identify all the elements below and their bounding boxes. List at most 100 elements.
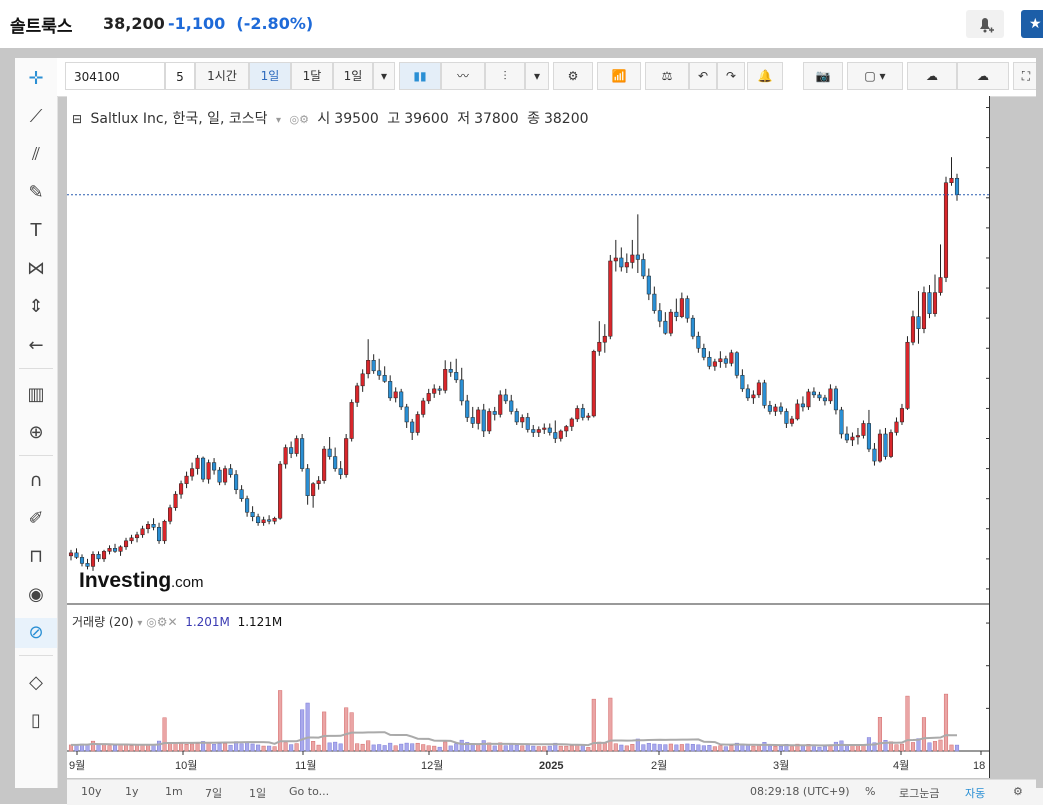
indicator-icon[interactable]: ▥ — [15, 380, 57, 410]
magnet-icon[interactable]: ∩ — [15, 466, 57, 496]
pitchfork-icon[interactable]: ⫽ — [15, 140, 57, 170]
percent-toggle[interactable]: % — [865, 785, 875, 798]
chevron-down-icon[interactable]: ▾ — [137, 618, 142, 629]
eye-icon[interactable]: ◉ — [15, 580, 57, 610]
text-tool-icon[interactable]: T — [15, 216, 57, 246]
legend-collapse-icon[interactable]: ⊟ — [72, 112, 82, 126]
chevron-down-icon: ▾ — [380, 69, 388, 83]
interval-1h-button[interactable]: 1시간 — [195, 62, 249, 90]
volume-bar — [800, 745, 805, 752]
line-type-button[interactable]: 〰 — [441, 62, 485, 90]
range-1m[interactable]: 1m — [165, 785, 183, 798]
lock-draw-icon[interactable]: ✐ — [15, 504, 57, 534]
brush-icon[interactable]: ✎ — [15, 178, 57, 208]
color-picker[interactable]: ▢ ▾ — [847, 62, 903, 90]
candle-body — [146, 524, 151, 530]
candle-body — [432, 388, 437, 394]
watchlist-star-button[interactable]: ★ — [1021, 10, 1043, 38]
window-edge — [1036, 48, 1043, 788]
candle-body — [195, 457, 200, 469]
volume-bar — [767, 745, 772, 752]
chart-area[interactable]: 4400042000400003800036000340003200030000… — [67, 96, 1036, 778]
candle-body — [938, 277, 943, 293]
auto-scale-toggle[interactable]: 자동 — [965, 785, 985, 801]
undo-button[interactable]: ↶ — [689, 62, 717, 90]
zoom-in-icon[interactable]: ⊕ — [15, 418, 57, 448]
alert-button[interactable]: 🔔 — [747, 62, 783, 90]
indicators-button[interactable]: 📶 — [597, 62, 641, 90]
volume-bar — [580, 744, 585, 752]
goto-button[interactable]: Go to... — [289, 785, 329, 798]
candle-body — [101, 551, 107, 560]
time-tick-label: 2025 — [539, 760, 563, 772]
candle-body — [437, 388, 442, 391]
interval-1d-button[interactable]: 1일 — [249, 62, 291, 90]
bottom-bar: 10y 1y 1m 7일 1일 Go to... 08:29:18 (UTC+9… — [67, 779, 1043, 805]
chart-type-dropdown[interactable]: ▾ — [525, 62, 549, 90]
period-select[interactable]: 1일 — [333, 62, 373, 90]
candle-body — [619, 257, 624, 268]
candle-type-button[interactable]: ▮▮ — [399, 62, 441, 90]
candle-body — [833, 388, 838, 411]
cloud-save-button[interactable]: ☁ — [957, 62, 1009, 90]
volume-settings-icon[interactable]: ◎⚙✕ — [146, 615, 177, 629]
drawing-toolbar: ✛ ⟋ ⫽ ✎ T ⋈ ⇕ ← ▥ ⊕ ∩ ✐ ⊓ ◉ ⊘ ◇ ▯ — [15, 58, 58, 788]
interval-1m-button[interactable]: 1달 — [291, 62, 333, 90]
volume-bar — [789, 746, 794, 752]
visibility-icon[interactable]: ◎⚙ — [289, 113, 308, 126]
candle-body — [371, 360, 376, 372]
volume-bar — [492, 745, 497, 752]
volume-bar — [481, 740, 486, 752]
candles-icon: ▮▮ — [413, 69, 427, 83]
link-icon[interactable]: ⊘ — [15, 618, 57, 648]
range-7d[interactable]: 7일 — [205, 785, 222, 801]
candle-body — [228, 468, 233, 475]
candle-body — [421, 400, 426, 415]
volume-bar — [250, 743, 255, 752]
volume-bar — [195, 743, 200, 752]
add-alert-button[interactable] — [966, 10, 1004, 38]
unlock-icon[interactable]: ⊓ — [15, 542, 57, 572]
gear-icon[interactable]: ⚙ — [1013, 785, 1023, 798]
interval-number[interactable]: 5 — [165, 62, 195, 90]
candle-body — [542, 427, 547, 430]
trend-line-icon[interactable]: ⟋ — [15, 102, 57, 132]
indicators-icon: 📶 — [611, 69, 627, 83]
pattern-icon[interactable]: ⋈ — [15, 254, 57, 284]
volume-bar — [217, 743, 222, 752]
screenshot-button[interactable]: 📷 — [803, 62, 843, 90]
trash-icon[interactable]: ▯ — [15, 706, 57, 736]
volume-bar — [371, 744, 376, 752]
time-tick-label: 18 — [973, 760, 985, 772]
compare-button[interactable]: ⚖ — [645, 62, 689, 90]
candle-body — [751, 394, 756, 399]
candle-body — [674, 311, 679, 317]
volume-bar — [261, 745, 266, 752]
crosshair-icon[interactable]: ✛ — [15, 64, 57, 94]
chevron-down-icon[interactable]: ▾ — [276, 115, 281, 126]
measure-icon[interactable]: ⇕ — [15, 292, 57, 322]
layers-icon[interactable]: ◇ — [15, 668, 57, 698]
period-dropdown[interactable]: ▾ — [373, 62, 395, 90]
candle-body — [734, 352, 739, 376]
candle-body — [921, 292, 927, 329]
candle-body — [762, 382, 767, 406]
candle-body — [514, 411, 519, 423]
range-1d[interactable]: 1일 — [249, 785, 266, 801]
bar-type-button[interactable]: ⫶ — [485, 62, 525, 90]
symbol-input[interactable]: 304100 — [65, 62, 165, 90]
investing-logo: Investing — [79, 569, 171, 592]
cloud-load-button[interactable]: ☁ — [907, 62, 957, 90]
settings-button[interactable]: ⚙ — [553, 62, 593, 90]
back-arrow-icon[interactable]: ← — [15, 331, 57, 361]
time-tick-label: 9월 — [69, 759, 85, 772]
candle-body — [916, 316, 921, 329]
log-scale-toggle[interactable]: 로그눈금 — [899, 785, 939, 801]
range-10y[interactable]: 10y — [81, 785, 102, 798]
redo-button[interactable]: ↷ — [717, 62, 745, 90]
price-chart[interactable]: 4400042000400003800036000340003200030000… — [67, 96, 1036, 778]
candle-body — [454, 372, 459, 381]
range-1y[interactable]: 1y — [125, 785, 139, 798]
candle-body — [239, 489, 244, 499]
volume-bar — [283, 742, 288, 752]
